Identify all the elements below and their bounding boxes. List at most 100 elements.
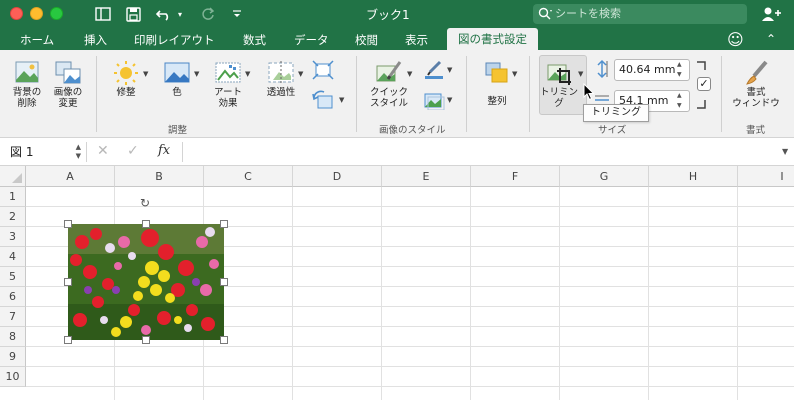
column-header[interactable]: A	[26, 166, 115, 187]
flower-picture[interactable]	[68, 224, 224, 340]
row-header[interactable]: 1	[0, 187, 26, 207]
name-box[interactable]: 図 1 ▲ ▼	[6, 142, 84, 162]
share-user-icon[interactable]	[760, 4, 782, 24]
change-picture-label: 画像の 変更	[53, 87, 83, 109]
artistic-effects-dropdown-icon[interactable]: ▼	[245, 70, 250, 78]
grid-line	[26, 366, 794, 367]
tab-data[interactable]: データ	[294, 31, 329, 50]
row-header[interactable]: 2	[0, 207, 26, 227]
sidebar-icon[interactable]	[93, 4, 113, 24]
redo-icon[interactable]	[198, 4, 218, 24]
resize-handle[interactable]	[220, 278, 228, 286]
column-header[interactable]: H	[649, 166, 738, 187]
row-header[interactable]: 9	[0, 347, 26, 367]
feedback-smiley-icon[interactable]: ☺	[727, 30, 744, 49]
zoom-window-button[interactable]	[50, 7, 63, 20]
close-window-button[interactable]	[10, 7, 23, 20]
artistic-effects-button[interactable]: アート 効果	[209, 60, 247, 109]
shape-height-input[interactable]: 40.64 mm ▲ ▼	[614, 59, 690, 81]
spreadsheet-grid[interactable]: A B C D E F G H I 1 2 3 4 5 6 7 8 9 10 ↻	[0, 166, 794, 400]
resize-handle[interactable]	[220, 336, 228, 344]
tab-home[interactable]: ホーム	[20, 31, 54, 50]
expand-formula-bar-icon[interactable]: ▼	[782, 147, 788, 156]
row-header[interactable]: 4	[0, 247, 26, 267]
column-header[interactable]: F	[471, 166, 560, 187]
resize-handle[interactable]	[64, 220, 72, 228]
change-picture-icon	[54, 60, 82, 84]
tab-view[interactable]: 表示	[405, 31, 428, 50]
quick-styles-dropdown-icon[interactable]: ▼	[407, 70, 412, 78]
undo-dropdown-icon[interactable]: ▾	[175, 4, 185, 24]
format-pane-button[interactable]: 書式 ウィンドウ	[728, 60, 784, 109]
reset-picture-dropdown-icon[interactable]: ▼	[339, 96, 344, 104]
corrections-dropdown-icon[interactable]: ▼	[143, 70, 148, 78]
cancel-edit-icon[interactable]: ✕	[97, 143, 109, 159]
column-header[interactable]: I	[738, 166, 794, 187]
column-header[interactable]: E	[382, 166, 471, 187]
select-all-corner[interactable]	[0, 166, 26, 187]
row-header[interactable]: 6	[0, 287, 26, 307]
column-header[interactable]: C	[204, 166, 293, 187]
crop-dropdown-icon[interactable]: ▼	[578, 70, 583, 78]
color-dropdown-icon[interactable]: ▼	[194, 70, 199, 78]
format-pane-brush-icon	[742, 60, 770, 85]
reset-picture-icon[interactable]	[312, 90, 334, 110]
picture-effects-dropdown-icon[interactable]: ▼	[447, 96, 452, 104]
sheet-search-input[interactable]: シートを検索	[533, 4, 747, 24]
row-header[interactable]: 3	[0, 227, 26, 247]
remove-background-button[interactable]: 背景の 削除	[8, 60, 46, 109]
undo-icon[interactable]	[154, 4, 174, 24]
quick-styles-brush-icon	[375, 60, 403, 84]
shape-width-stepper[interactable]: ▲ ▼	[677, 91, 687, 111]
minimize-window-button[interactable]	[30, 7, 43, 20]
formula-input[interactable]	[186, 142, 776, 162]
picture-border-icon[interactable]	[423, 60, 445, 80]
corrections-button[interactable]: 修整	[107, 60, 145, 98]
resize-handle[interactable]	[64, 336, 72, 344]
arrange-dropdown-icon[interactable]: ▼	[512, 70, 517, 78]
tab-page-layout[interactable]: 印刷レイアウト	[134, 31, 215, 50]
resize-handle[interactable]	[64, 278, 72, 286]
search-placeholder: シートを検索	[555, 7, 621, 20]
resize-handle[interactable]	[220, 220, 228, 228]
name-box-stepper-icon[interactable]: ▲ ▼	[76, 143, 81, 161]
column-header[interactable]: G	[560, 166, 649, 187]
lock-aspect-ratio-checkbox[interactable]: ✓	[697, 77, 711, 91]
picture-border-dropdown-icon[interactable]: ▼	[447, 66, 452, 74]
tab-formulas[interactable]: 数式	[243, 31, 266, 50]
corrections-label: 修整	[116, 87, 136, 98]
remove-background-icon	[13, 60, 41, 84]
confirm-edit-icon[interactable]: ✓	[127, 143, 139, 159]
column-header[interactable]: B	[115, 166, 204, 187]
tab-insert[interactable]: 挿入	[84, 31, 107, 50]
grid-line	[470, 187, 471, 400]
column-header[interactable]: D	[293, 166, 382, 187]
resize-handle[interactable]	[142, 220, 150, 228]
quick-styles-button[interactable]: クイック スタイル	[367, 60, 411, 109]
color-button[interactable]: 色	[158, 60, 196, 98]
transparency-button[interactable]: 透過性	[260, 60, 302, 98]
rotate-handle-icon[interactable]: ↻	[140, 197, 152, 209]
transparency-dropdown-icon[interactable]: ▼	[298, 70, 303, 78]
compress-pictures-icon[interactable]	[312, 60, 334, 80]
artistic-effects-label: アート 効果	[214, 87, 242, 109]
picture-styles-group-label: 画像のスタイル	[379, 125, 446, 136]
collapse-ribbon-icon[interactable]: ⌃	[766, 32, 776, 46]
row-header[interactable]: 8	[0, 327, 26, 347]
change-picture-button[interactable]: 画像の 変更	[49, 60, 87, 109]
arrange-button[interactable]: 整列	[478, 60, 516, 107]
row-header[interactable]: 10	[0, 367, 26, 387]
insert-function-icon[interactable]: fx	[158, 143, 170, 158]
shape-height-stepper[interactable]: ▲ ▼	[677, 60, 687, 80]
save-icon[interactable]	[123, 4, 143, 24]
picture-effects-icon[interactable]	[423, 90, 445, 111]
tab-picture-format[interactable]: 図の書式設定	[447, 28, 538, 50]
row-header[interactable]: 5	[0, 267, 26, 287]
color-picture-icon	[163, 60, 191, 84]
row-header[interactable]: 7	[0, 307, 26, 327]
resize-handle[interactable]	[142, 336, 150, 344]
crop-button[interactable]: トリミング	[539, 60, 579, 109]
ribbon-tabs: ホーム 挿入 印刷レイアウト 数式 データ 校閲 表示 図の書式設定 ☺ ⌃	[0, 28, 794, 50]
customize-toolbar-icon[interactable]	[230, 4, 244, 24]
tab-review[interactable]: 校閲	[355, 31, 378, 50]
